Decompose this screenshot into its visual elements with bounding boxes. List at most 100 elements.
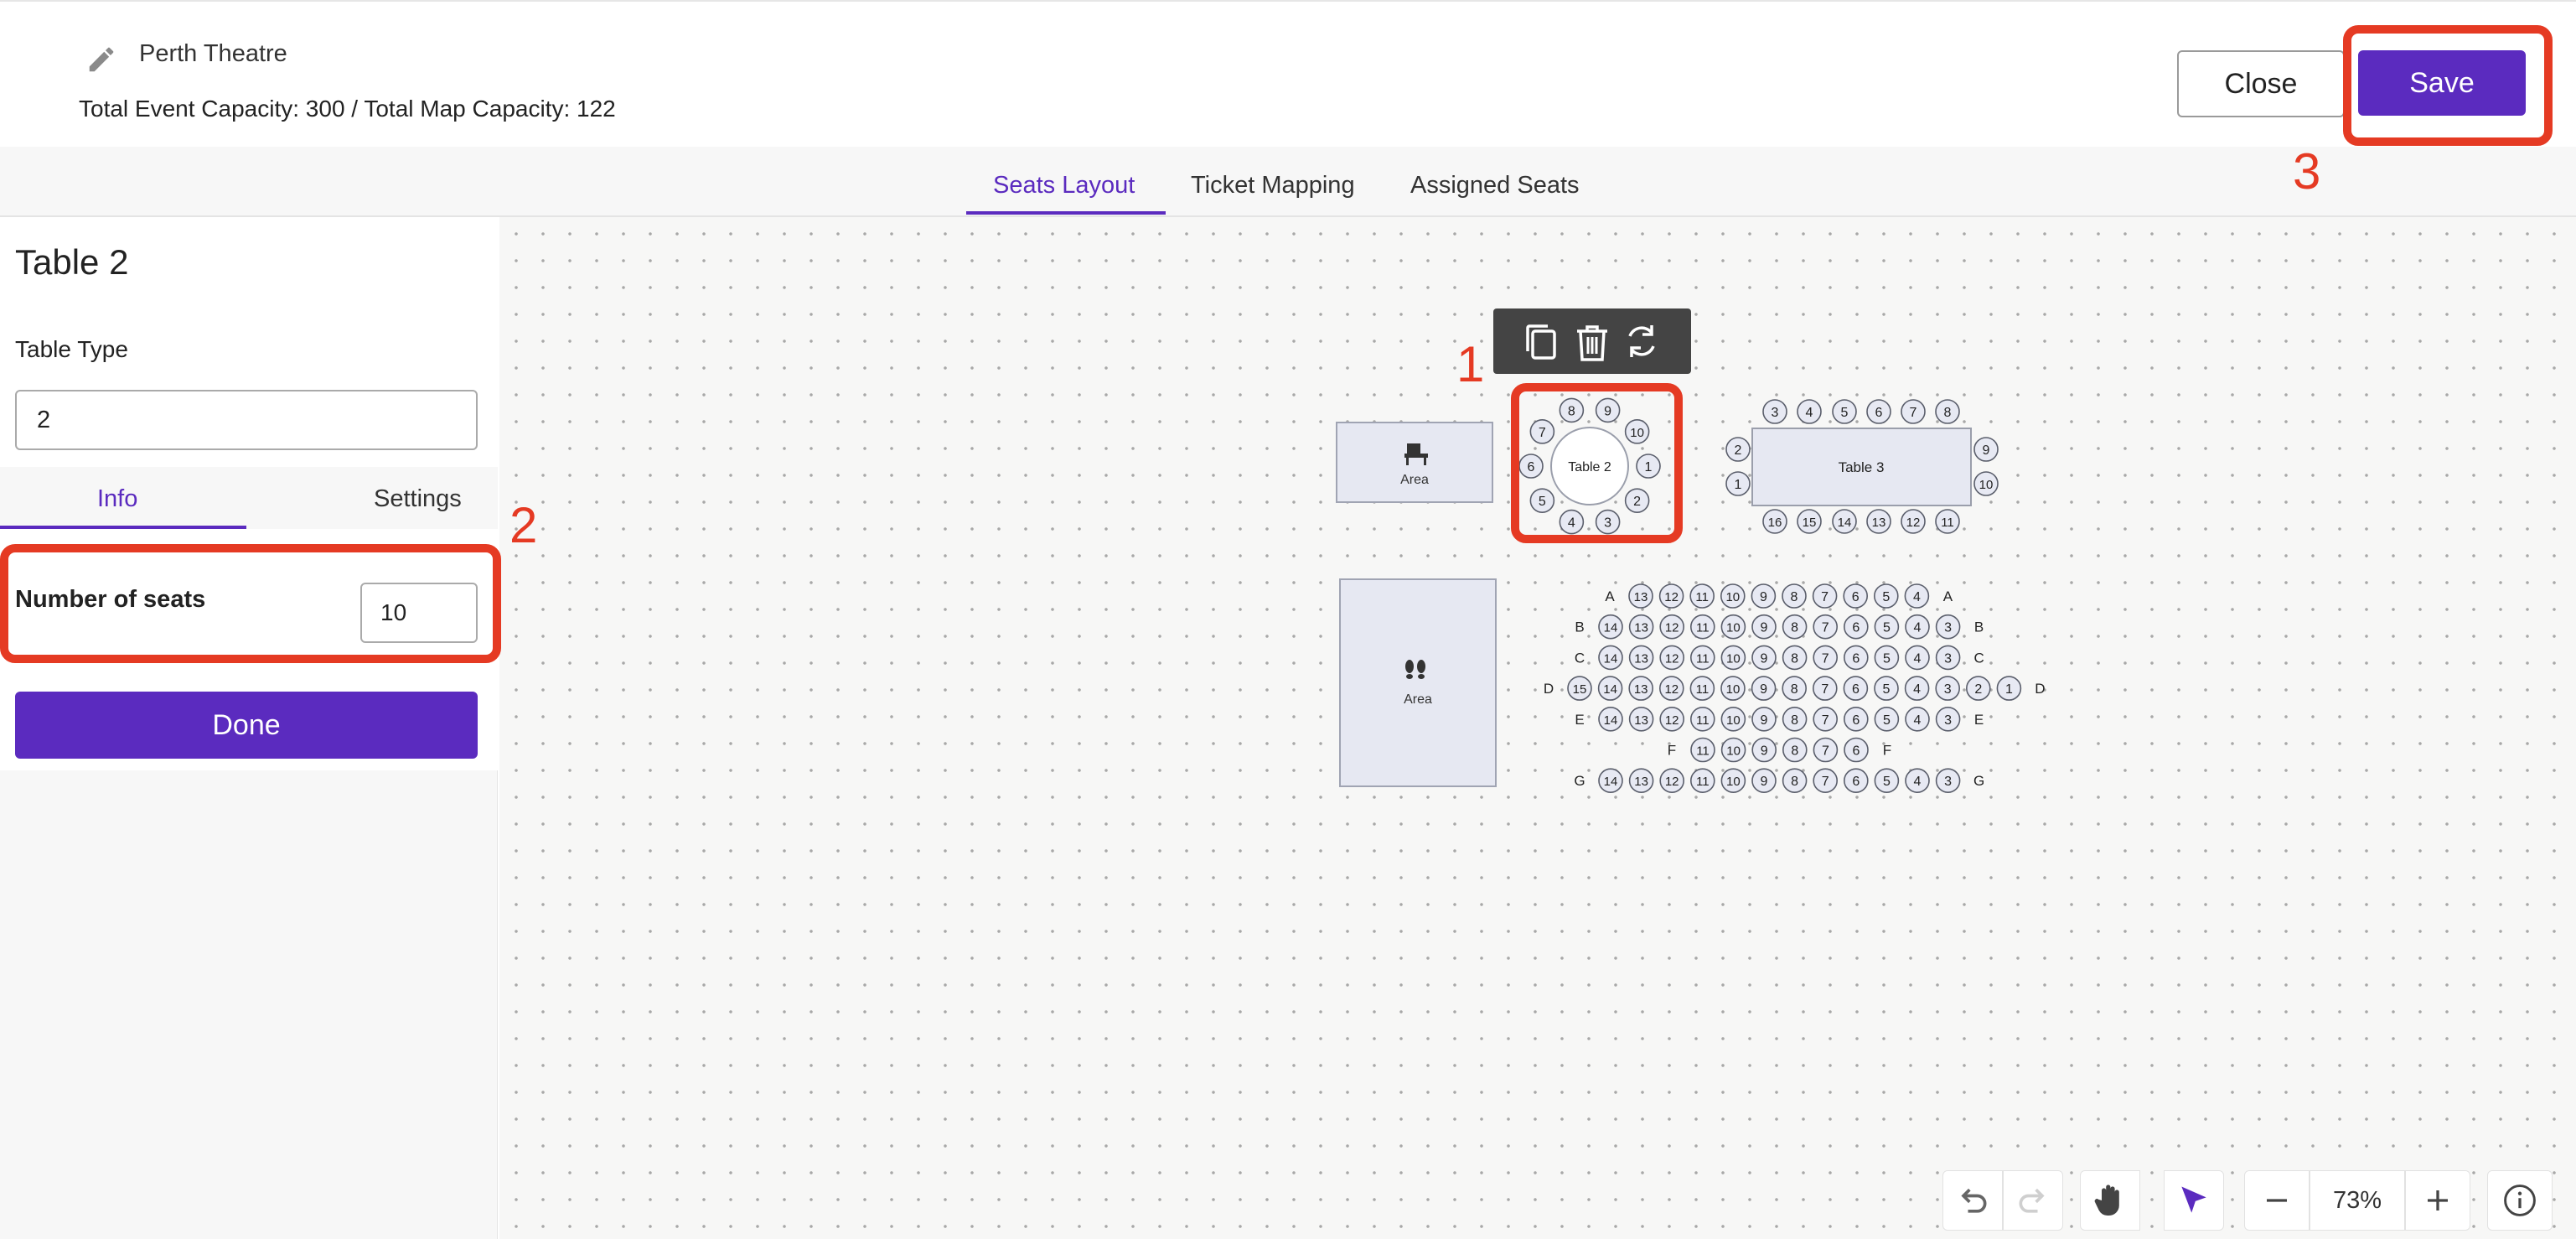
row-seat[interactable]: 4	[1905, 645, 1930, 671]
row-seat[interactable]: 8	[1782, 583, 1807, 609]
row-seat[interactable]: 5	[1874, 768, 1900, 794]
table-3-seat[interactable]: 3	[1762, 399, 1787, 424]
row-seat[interactable]: 9	[1751, 583, 1777, 609]
row-seat[interactable]: 2	[1966, 676, 1991, 701]
row-seat[interactable]: 7	[1813, 676, 1838, 701]
row-seat[interactable]: 10	[1720, 737, 1746, 763]
row-seat[interactable]: 8	[1782, 768, 1808, 794]
row-seat[interactable]: 7	[1813, 706, 1838, 732]
row-seat[interactable]: 8	[1782, 706, 1808, 732]
row-seat[interactable]: 11	[1689, 583, 1715, 609]
row-seat[interactable]: 10	[1720, 768, 1746, 794]
row-seat[interactable]: 7	[1813, 645, 1838, 671]
subtab-settings[interactable]: Settings	[374, 485, 462, 513]
row-seat[interactable]: 6	[1844, 737, 1869, 763]
row-seat[interactable]: 13	[1628, 676, 1653, 701]
row-seat[interactable]: 4	[1905, 768, 1930, 794]
table-3-seat[interactable]: 4	[1797, 399, 1822, 424]
row-seat[interactable]: 10	[1720, 676, 1746, 701]
table-3-seat[interactable]: 2	[1725, 437, 1751, 462]
row-seat[interactable]: 15	[1567, 676, 1592, 701]
row-seat[interactable]: 5	[1874, 614, 1900, 640]
row-seat[interactable]: 12	[1659, 768, 1684, 794]
row-seat[interactable]: 13	[1628, 706, 1654, 732]
row-seat[interactable]: 3	[1935, 768, 1961, 794]
row-seat[interactable]: 9	[1751, 645, 1777, 671]
row-seat[interactable]: 3	[1935, 614, 1961, 640]
seat-map-canvas[interactable]: Area Area Table 2 1 2 3 4 5 6 7 8 9 10 Table 3 34…	[499, 217, 2576, 1239]
row-seat[interactable]: 12	[1659, 706, 1684, 732]
row-seat[interactable]: 6	[1843, 676, 1869, 701]
row-seat[interactable]: 11	[1689, 676, 1715, 701]
row-seat[interactable]: 6	[1844, 645, 1869, 671]
table-3-seat[interactable]: 12	[1901, 509, 1926, 534]
row-seat[interactable]: 7	[1813, 737, 1839, 763]
row-seat[interactable]: 14	[1598, 645, 1623, 671]
row-seat[interactable]: 9	[1751, 706, 1777, 732]
tab-seats-layout[interactable]: Seats Layout	[993, 172, 1135, 200]
done-button[interactable]: Done	[15, 692, 478, 759]
row-seat[interactable]: 8	[1782, 737, 1808, 763]
pencil-icon[interactable]	[85, 44, 117, 75]
row-seat[interactable]: 4	[1904, 676, 1930, 701]
table-3-seat[interactable]: 11	[1935, 509, 1960, 534]
row-seat[interactable]: 6	[1844, 706, 1869, 732]
row-seat[interactable]: 6	[1844, 614, 1869, 640]
row-seat[interactable]: 3	[1935, 706, 1961, 732]
row-seat[interactable]: 5	[1874, 676, 1899, 701]
row-seat[interactable]: 12	[1658, 583, 1684, 609]
table-3-seat[interactable]: 13	[1866, 509, 1891, 534]
row-seat[interactable]: 13	[1628, 768, 1654, 794]
row-seat[interactable]: 12	[1659, 614, 1684, 640]
area-chair[interactable]: Area	[1336, 422, 1493, 503]
row-seat[interactable]: 14	[1598, 614, 1623, 640]
row-seat[interactable]: 6	[1844, 768, 1869, 794]
close-button[interactable]: Close	[2177, 50, 2345, 117]
zoom-out-button[interactable]	[2244, 1170, 2310, 1231]
table-3-seat[interactable]: 8	[1935, 399, 1960, 424]
row-seat[interactable]: 9	[1751, 737, 1777, 763]
row-seat[interactable]: 11	[1690, 706, 1715, 732]
row-seat[interactable]: 3	[1935, 676, 1960, 701]
row-seat[interactable]: 3	[1935, 645, 1961, 671]
table-3-seat[interactable]: 10	[1973, 471, 1999, 496]
row-seat[interactable]: 4	[1905, 614, 1930, 640]
row-seat[interactable]: 8	[1782, 645, 1808, 671]
table-3-seat[interactable]: 9	[1973, 437, 1999, 462]
row-seat[interactable]: 1	[1996, 676, 2022, 701]
row-seat[interactable]: 11	[1690, 614, 1715, 640]
row-seat[interactable]: 10	[1720, 614, 1746, 640]
table-3[interactable]: Table 3 3 4 5 6 7 8 16 15 14 13 12 11 2 1 9 10	[1725, 399, 1999, 534]
row-seat[interactable]: 12	[1659, 676, 1684, 701]
undo-button[interactable]	[1942, 1170, 2003, 1231]
subtab-info[interactable]: Info	[97, 485, 137, 513]
row-seat[interactable]: 11	[1690, 768, 1715, 794]
row-seat[interactable]: 9	[1751, 676, 1777, 701]
row-seat[interactable]: 11	[1690, 737, 1715, 763]
row-seat[interactable]: 9	[1751, 768, 1777, 794]
row-seat[interactable]: 14	[1598, 706, 1623, 732]
redo-button[interactable]	[2003, 1170, 2063, 1231]
table-3-seat[interactable]: 6	[1866, 399, 1891, 424]
row-seat[interactable]: 8	[1782, 614, 1808, 640]
tab-ticket-mapping[interactable]: Ticket Mapping	[1191, 172, 1355, 200]
table-3-seat[interactable]: 14	[1832, 509, 1857, 534]
table-3-seat[interactable]: 15	[1797, 509, 1822, 534]
table-3-seat[interactable]: 1	[1725, 471, 1751, 496]
row-seat[interactable]: 14	[1597, 676, 1623, 701]
row-seat[interactable]: 7	[1813, 768, 1838, 794]
zoom-in-button[interactable]	[2405, 1170, 2470, 1231]
row-seat[interactable]: 12	[1659, 645, 1684, 671]
row-seat[interactable]: 6	[1843, 583, 1868, 609]
row-seat[interactable]: 13	[1628, 583, 1653, 609]
table-type-input[interactable]	[15, 390, 478, 450]
row-seat[interactable]: 4	[1904, 583, 1930, 609]
row-seat[interactable]: 13	[1628, 614, 1654, 640]
tab-assigned-seats[interactable]: Assigned Seats	[1410, 172, 1580, 200]
pan-tool-button[interactable]	[2080, 1170, 2140, 1231]
row-seat[interactable]: 5	[1874, 583, 1899, 609]
table-3-seat[interactable]: 7	[1901, 399, 1926, 424]
table-3-seat[interactable]: 16	[1762, 509, 1787, 534]
row-seat[interactable]: 13	[1628, 645, 1654, 671]
row-seat[interactable]: 5	[1874, 645, 1900, 671]
